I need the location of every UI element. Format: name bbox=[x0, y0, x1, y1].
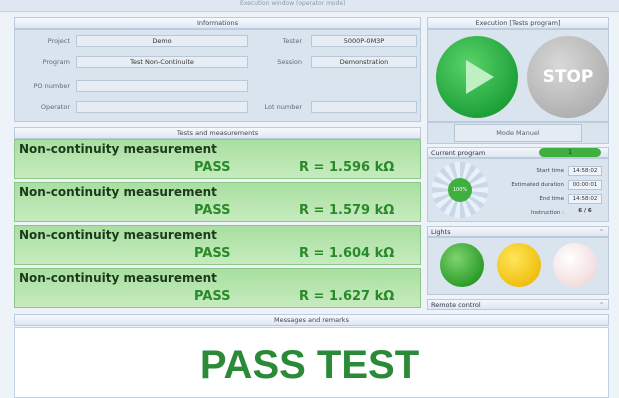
messages-header: Messages and remarks bbox=[14, 314, 609, 326]
measurement-status: PASS bbox=[194, 289, 231, 304]
lights-header[interactable]: Lights ^ bbox=[427, 226, 609, 237]
window-titlebar: Execution window (operator mode) bbox=[0, 0, 619, 12]
po-number-label: PO number bbox=[33, 82, 70, 90]
measurement-status: PASS bbox=[194, 203, 231, 218]
program-field[interactable]: Test Non-Continuite bbox=[76, 56, 248, 68]
operator-field[interactable] bbox=[76, 101, 248, 113]
play-icon bbox=[466, 60, 494, 94]
tester-label: Tester bbox=[282, 37, 302, 45]
lot-number-label: Lot number bbox=[264, 103, 302, 111]
lights-title: Lights bbox=[431, 228, 451, 236]
mode-manuel-button[interactable]: Mode Manuel bbox=[454, 124, 582, 142]
estimated-duration-value: 00:00:01 bbox=[568, 180, 602, 190]
start-time-label: Start time bbox=[536, 168, 564, 174]
progress-percent: 100% bbox=[448, 178, 472, 202]
end-time-value: 14:58:02 bbox=[568, 194, 602, 204]
measurement-row: Non-continuity measurement PASS R = 1.59… bbox=[14, 139, 421, 179]
project-field[interactable]: Demo bbox=[76, 35, 248, 47]
measurement-title: Non-continuity measurement bbox=[19, 185, 217, 199]
measurement-title: Non-continuity measurement bbox=[19, 271, 217, 285]
measurement-row: Non-continuity measurement PASS R = 1.60… bbox=[14, 225, 421, 265]
session-field[interactable]: Demonstration bbox=[311, 56, 417, 68]
po-number-field[interactable] bbox=[76, 80, 248, 92]
measurement-row: Non-continuity measurement PASS R = 1.62… bbox=[14, 268, 421, 308]
measurement-result: R = 1.604 kΩ bbox=[299, 246, 395, 261]
program-progress-pill: 1 bbox=[539, 148, 601, 157]
window-title: Execution window (operator mode) bbox=[240, 0, 346, 7]
measurement-result: R = 1.579 kΩ bbox=[299, 203, 395, 218]
tester-field[interactable]: 5000P-0M3P bbox=[311, 35, 417, 47]
project-label: Project bbox=[47, 37, 70, 45]
session-label: Session bbox=[277, 58, 302, 66]
start-time-value: 14:58:02 bbox=[568, 166, 602, 176]
end-time-label: End time bbox=[539, 196, 564, 202]
red-light bbox=[553, 243, 597, 287]
instruction-value: 6 / 6 bbox=[578, 208, 592, 214]
informations-header: Informations bbox=[14, 17, 421, 29]
instruction-label: Instruction : bbox=[530, 210, 564, 216]
operator-label: Operator bbox=[40, 103, 70, 111]
chevron-up-icon: ^ bbox=[598, 302, 604, 309]
measurement-result: R = 1.627 kΩ bbox=[299, 289, 395, 304]
measurement-status: PASS bbox=[194, 160, 231, 175]
measurement-result: R = 1.596 kΩ bbox=[299, 160, 395, 175]
green-light bbox=[440, 243, 484, 287]
current-program-title: Current program bbox=[431, 149, 486, 157]
measurement-title: Non-continuity measurement bbox=[19, 142, 217, 156]
remote-control-header[interactable]: Remote control ^ bbox=[427, 299, 609, 310]
measurement-status: PASS bbox=[194, 246, 231, 261]
measurement-title: Non-continuity measurement bbox=[19, 228, 217, 242]
lot-number-field[interactable] bbox=[311, 101, 417, 113]
remote-control-title: Remote control bbox=[431, 301, 481, 309]
tests-header: Tests and measurements bbox=[14, 127, 421, 139]
estimated-duration-label: Estimated duration bbox=[511, 182, 564, 188]
measurement-row: Non-continuity measurement PASS R = 1.57… bbox=[14, 182, 421, 222]
program-label: Program bbox=[42, 58, 70, 66]
yellow-light bbox=[497, 243, 541, 287]
pass-test-message: PASS TEST bbox=[199, 343, 420, 387]
stop-button[interactable]: STOP bbox=[527, 36, 609, 118]
execution-header: Execution [Tests program] bbox=[427, 17, 609, 29]
